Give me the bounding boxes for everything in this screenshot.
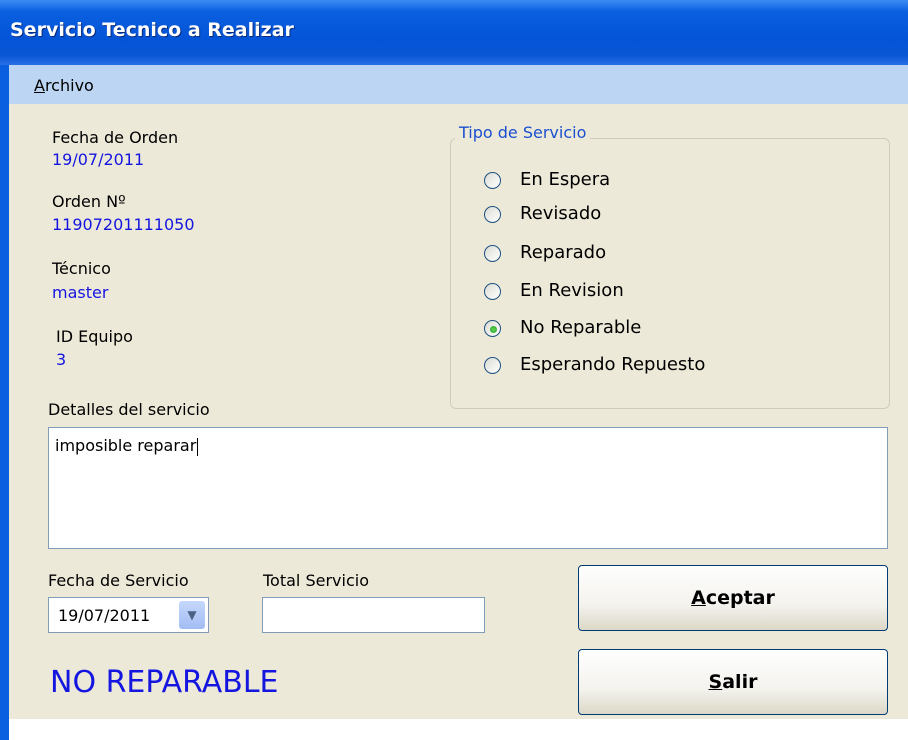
- fecha-orden-label: Fecha de Orden: [52, 128, 179, 147]
- chevron-down-icon: ▼: [187, 608, 197, 622]
- radio-label: No Reparable: [520, 317, 642, 338]
- tecnico-value: master: [52, 283, 109, 302]
- radio-label: En Espera: [520, 169, 611, 190]
- fecha-servicio-label: Fecha de Servicio: [48, 571, 189, 590]
- equipo-value: 3: [56, 350, 67, 369]
- orden-value: 11907201111050: [52, 215, 195, 234]
- menu-item-archivo-mnemonic: A: [34, 76, 45, 95]
- window-left-border: [0, 65, 9, 740]
- salir-button[interactable]: Salir: [578, 649, 888, 715]
- radio-circle[interactable]: [484, 357, 501, 374]
- radio-selected-dot: [490, 326, 497, 333]
- equipo-label: ID Equipo: [56, 327, 133, 346]
- detalles-text: imposible reparar: [55, 436, 197, 455]
- radio-circle[interactable]: [484, 206, 501, 223]
- radio-circle[interactable]: [484, 283, 501, 300]
- menu-item-archivo-label: rchivo: [44, 76, 94, 95]
- salir-label: alir: [722, 671, 758, 693]
- total-servicio-input[interactable]: [262, 597, 485, 633]
- radio-label: En Revision: [520, 280, 624, 301]
- fecha-servicio-picker[interactable]: 19/07/2011 ▼: [48, 597, 209, 633]
- tecnico-label: Técnico: [52, 259, 111, 278]
- detalles-textarea[interactable]: imposible reparar: [48, 427, 888, 549]
- tipo-servicio-title: Tipo de Servicio: [455, 123, 591, 142]
- status-text: NO REPARABLE: [50, 665, 279, 700]
- menu-bar: [9, 65, 908, 104]
- detalles-label: Detalles del servicio: [48, 400, 210, 419]
- aceptar-button[interactable]: Aceptar: [578, 565, 888, 631]
- radio-label: Revisado: [520, 203, 602, 224]
- salir-mnemonic: S: [708, 671, 723, 693]
- radio-circle[interactable]: [484, 320, 501, 337]
- fecha-servicio-value: 19/07/2011: [58, 606, 151, 625]
- radio-circle[interactable]: [484, 172, 501, 189]
- aceptar-mnemonic: A: [691, 587, 706, 609]
- radio-label: Esperando Repuesto: [520, 354, 706, 375]
- dropdown-button[interactable]: ▼: [179, 601, 205, 629]
- menu-item-archivo[interactable]: Archivo: [34, 76, 94, 95]
- radio-label: Reparado: [520, 242, 607, 263]
- text-caret: [197, 437, 199, 456]
- aceptar-label: ceptar: [705, 587, 775, 609]
- window-title: Servicio Tecnico a Realizar: [10, 19, 294, 41]
- fecha-orden-value: 19/07/2011: [52, 150, 145, 169]
- total-servicio-label: Total Servicio: [263, 571, 369, 590]
- window-bottom-area: [9, 719, 908, 740]
- orden-label: Orden Nº: [52, 192, 126, 211]
- radio-circle[interactable]: [484, 245, 501, 262]
- title-bar[interactable]: Servicio Tecnico a Realizar: [0, 0, 908, 65]
